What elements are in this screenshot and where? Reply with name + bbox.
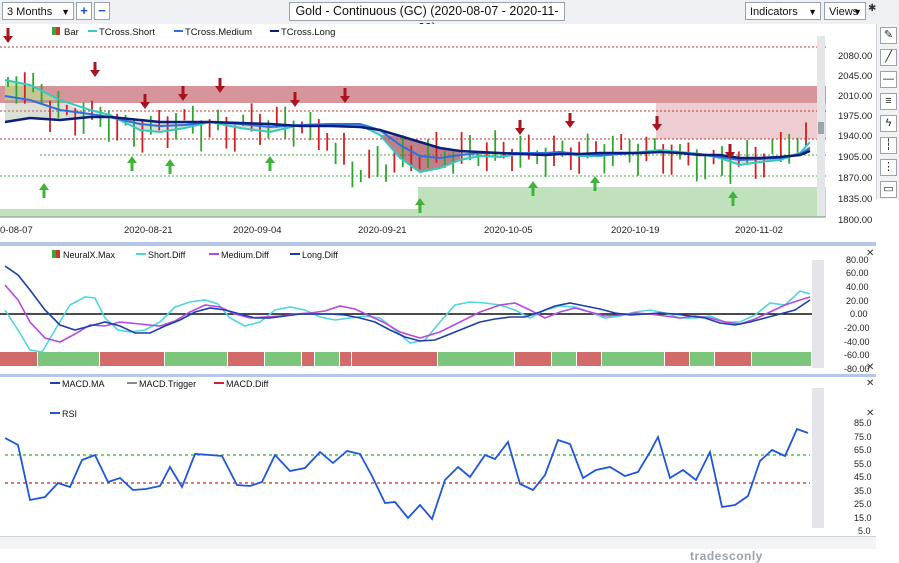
support-zone	[418, 187, 826, 217]
resistance-zone-2	[656, 103, 826, 139]
close-panel-icon[interactable]: ✕	[866, 378, 874, 389]
price-panel: 2080.00 2045.00 2010.00 1975.00 1940.00 …	[0, 24, 876, 242]
svg-text:45.0: 45.0	[854, 472, 872, 482]
svg-text:20.00: 20.00	[846, 296, 869, 306]
svg-text:2020-10-05: 2020-10-05	[484, 225, 533, 236]
svg-text:MACD.Diff: MACD.Diff	[226, 379, 269, 389]
rsi-scrollbar[interactable]	[812, 388, 824, 528]
svg-text:2020-09-04: 2020-09-04	[233, 225, 282, 236]
svg-text:Medium.Diff: Medium.Diff	[221, 250, 269, 260]
svg-text:-20.00: -20.00	[844, 323, 870, 333]
svg-text:MACD.MA: MACD.MA	[62, 379, 105, 389]
svg-text:55.0: 55.0	[854, 459, 872, 469]
close-panel-icon[interactable]: ✕	[866, 248, 874, 259]
svg-text:TCross.Medium: TCross.Medium	[185, 27, 252, 38]
svg-text:25.0: 25.0	[854, 499, 872, 509]
neuralx-band	[752, 352, 811, 366]
price-y-axis: 2080.00 2045.00 2010.00 1975.00 1940.00 …	[838, 51, 872, 226]
panel-splitter[interactable]	[0, 374, 876, 377]
rsi-panel: 85.0 75.0 65.0 55.0 45.0 35.0 25.0 15.0 …	[0, 377, 876, 536]
svg-text:Long.Diff: Long.Diff	[302, 250, 338, 260]
panel-splitter[interactable]	[0, 242, 876, 246]
neural-scrollbar[interactable]	[812, 260, 824, 368]
svg-text:TCross.Long: TCross.Long	[281, 27, 335, 38]
neuralx-band	[515, 352, 551, 366]
time-scrollbar[interactable]	[0, 536, 876, 549]
svg-text:2020-08-21: 2020-08-21	[124, 225, 173, 236]
svg-text:1905.00: 1905.00	[838, 152, 872, 163]
svg-text:85.0: 85.0	[854, 418, 872, 428]
neuralx-band	[715, 352, 751, 366]
neuralx-band	[552, 352, 576, 366]
neuralx-band	[315, 352, 339, 366]
svg-text:65.0: 65.0	[854, 445, 872, 455]
resistance-zone	[0, 86, 826, 103]
neuralx-panel: 80.00 60.00 40.00 20.00 0.00 -20.00 -40.…	[0, 246, 876, 374]
svg-text:0.00: 0.00	[850, 309, 868, 319]
close-panel-icon[interactable]: ✕	[866, 408, 874, 419]
neuralx-band	[100, 352, 164, 366]
svg-text:2020-11-02: 2020-11-02	[735, 225, 783, 236]
close-panel-icon[interactable]: ✕	[866, 362, 874, 373]
neuralx-band	[690, 352, 714, 366]
svg-text:2080.00: 2080.00	[838, 51, 872, 62]
neuralx-band	[602, 352, 664, 366]
neuralx-band	[228, 352, 264, 366]
neuralx-band	[352, 352, 437, 366]
svg-text:RSI: RSI	[62, 409, 77, 419]
neuralx-band	[165, 352, 227, 366]
svg-text:Bar: Bar	[64, 27, 79, 38]
svg-text:1870.00: 1870.00	[838, 173, 872, 184]
svg-text:15.0: 15.0	[854, 513, 872, 523]
svg-text:2010.00: 2010.00	[838, 91, 872, 102]
svg-text:NeuralX.Max: NeuralX.Max	[63, 250, 116, 260]
svg-text:-60.00: -60.00	[844, 350, 870, 360]
svg-text:35.0: 35.0	[854, 486, 872, 496]
neuralx-band	[0, 352, 37, 366]
neuralx-band	[438, 352, 514, 366]
neuralx-band	[665, 352, 689, 366]
chart-canvas[interactable]: 2080.00 2045.00 2010.00 1975.00 1940.00 …	[0, 0, 899, 561]
svg-text:40.00: 40.00	[846, 282, 869, 292]
svg-text:1975.00: 1975.00	[838, 111, 872, 122]
svg-text:75.0: 75.0	[854, 432, 872, 442]
svg-text:0-08-07: 0-08-07	[0, 225, 33, 236]
svg-text:1940.00: 1940.00	[838, 131, 872, 142]
svg-text:1800.00: 1800.00	[838, 215, 872, 226]
svg-text:2020-10-19: 2020-10-19	[611, 225, 660, 236]
neuralx-band	[340, 352, 351, 366]
svg-text:Short.Diff: Short.Diff	[148, 250, 186, 260]
neuralx-band	[38, 352, 99, 366]
svg-text:2045.00: 2045.00	[838, 71, 872, 82]
rsi-y-axis: 85.0 75.0 65.0 55.0 45.0 35.0 25.0 15.0 …	[854, 418, 872, 536]
neuralx-band	[265, 352, 301, 366]
svg-text:2020-09-21: 2020-09-21	[358, 225, 407, 236]
svg-text:1835.00: 1835.00	[838, 194, 872, 205]
svg-text:MACD.Trigger: MACD.Trigger	[139, 379, 196, 389]
neuralx-band	[302, 352, 314, 366]
neuralx-band	[577, 352, 601, 366]
svg-text:60.00: 60.00	[846, 268, 869, 278]
svg-text:5.0: 5.0	[858, 526, 871, 536]
support-zone-2	[0, 209, 418, 217]
svg-text:TCross.Short: TCross.Short	[99, 27, 155, 38]
svg-text:-40.00: -40.00	[844, 337, 870, 347]
